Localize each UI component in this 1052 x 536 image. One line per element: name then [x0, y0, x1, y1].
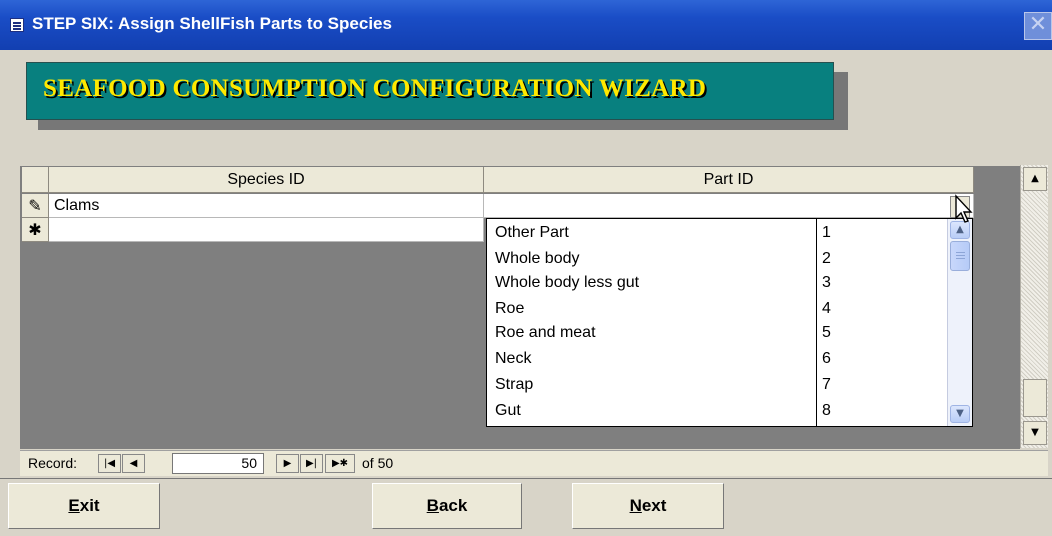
- part-id-dropdown-list[interactable]: Other Part 1 Whole body 2 Whole body les…: [486, 218, 973, 427]
- list-item[interactable]: Roe and meat 5: [487, 321, 947, 345]
- close-button[interactable]: ✕: [1024, 12, 1052, 40]
- record-label: Record:: [28, 455, 78, 471]
- back-button[interactable]: Back: [372, 483, 522, 529]
- wizard-banner: SEAFOOD CONSUMPTION CONFIGURATION WIZARD: [26, 62, 834, 120]
- record-navigation-bar: Record: |◀ ◀ 50 ▶ ▶| ▶✱ of 50: [20, 450, 1048, 476]
- part-number: 1: [822, 224, 831, 241]
- column-header-species-id[interactable]: Species ID: [49, 167, 484, 193]
- wizard-button-bar: Exit Back Next: [0, 478, 1052, 536]
- list-item[interactable]: Whole body less gut 3: [487, 271, 947, 295]
- column-header-part-id[interactable]: Part ID: [484, 167, 974, 193]
- row-selector-new[interactable]: ✱: [22, 218, 49, 242]
- datasheet-vertical-scrollbar[interactable]: ▲ ▼: [1020, 165, 1048, 448]
- first-record-button[interactable]: |◀: [98, 454, 121, 473]
- dropdown-scrollbar[interactable]: ▲ ▼: [947, 219, 972, 426]
- list-item[interactable]: Roe 4: [487, 297, 947, 321]
- form-icon: [10, 18, 24, 32]
- next-label: ext: [641, 496, 667, 515]
- next-access-key: N: [629, 496, 642, 515]
- list-item[interactable]: Gut 8: [487, 399, 947, 423]
- new-record-button[interactable]: ▶✱: [325, 454, 355, 473]
- mouse-pointer-icon: [955, 194, 973, 223]
- part-name: Neck: [495, 350, 532, 367]
- part-name: Roe: [495, 300, 525, 317]
- part-number: 6: [822, 350, 831, 367]
- current-record-field[interactable]: 50: [172, 453, 264, 474]
- exit-label: xit: [79, 496, 100, 515]
- part-number: 2: [822, 250, 831, 267]
- back-label: ack: [438, 496, 468, 515]
- species-id-cell[interactable]: Clams: [49, 194, 484, 218]
- previous-record-button[interactable]: ◀: [122, 454, 145, 473]
- part-name: Whole body less gut: [495, 274, 640, 291]
- part-name: Whole body: [495, 250, 580, 267]
- dropdown-scroll-thumb[interactable]: [950, 241, 970, 271]
- part-number: 8: [822, 402, 831, 419]
- part-number: 3: [822, 274, 831, 291]
- part-name: Other Part: [495, 224, 569, 241]
- part-number: 4: [822, 300, 831, 317]
- part-number: 7: [822, 376, 831, 393]
- wizard-banner-title: SEAFOOD CONSUMPTION CONFIGURATION WIZARD: [43, 75, 707, 102]
- next-record-button[interactable]: ▶: [276, 454, 299, 473]
- row-selector-edit[interactable]: ✎: [22, 194, 49, 218]
- list-item[interactable]: Whole body 2: [487, 247, 947, 271]
- exit-button[interactable]: Exit: [8, 483, 160, 529]
- last-record-button[interactable]: ▶|: [300, 454, 323, 473]
- back-access-key: B: [426, 496, 439, 515]
- part-number: 5: [822, 324, 831, 341]
- next-button[interactable]: Next: [572, 483, 724, 529]
- record-count: of 50: [362, 455, 394, 471]
- part-name: Gut: [495, 402, 521, 419]
- part-name: Strap: [495, 376, 534, 393]
- scroll-thumb[interactable]: [1023, 379, 1047, 417]
- part-name: Roe and meat: [495, 324, 596, 341]
- list-item[interactable]: Strap 7: [487, 373, 947, 397]
- list-item[interactable]: Other Part 1: [487, 221, 947, 245]
- title-bar: STEP SIX: Assign ShellFish Parts to Spec…: [0, 0, 1052, 50]
- exit-access-key: E: [68, 496, 80, 515]
- dropdown-scroll-down-button[interactable]: ▼: [950, 405, 970, 423]
- list-item[interactable]: Neck 6: [487, 347, 947, 371]
- scroll-up-button[interactable]: ▲: [1023, 167, 1047, 191]
- header-corner: [22, 167, 49, 193]
- species-id-new-cell[interactable]: [49, 218, 484, 242]
- part-id-combo[interactable]: [484, 194, 974, 218]
- scroll-down-button[interactable]: ▼: [1023, 421, 1047, 445]
- window-title: STEP SIX: Assign ShellFish Parts to Spec…: [32, 14, 392, 33]
